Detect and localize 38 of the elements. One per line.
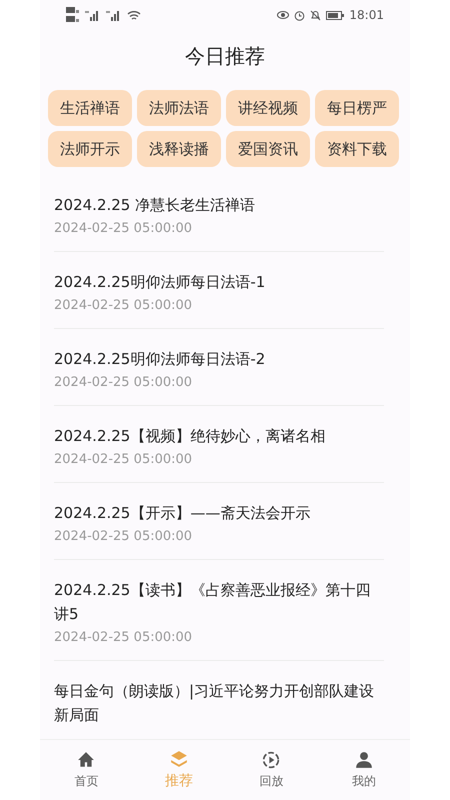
eye-icon bbox=[277, 10, 290, 20]
article-title[interactable]: 2024.2.25【开示】——斋天法会开示 bbox=[54, 501, 384, 525]
article-date: 2024-02-25 05:00:00 bbox=[54, 528, 194, 546]
layers-icon bbox=[170, 750, 188, 768]
category-button[interactable]: 爱国资讯 bbox=[226, 131, 310, 167]
signal-icon bbox=[106, 9, 122, 21]
article-date: 2024-02-25 05:00:00 bbox=[54, 629, 194, 647]
sim-icon bbox=[66, 6, 80, 24]
category-button[interactable]: 每日楞严 bbox=[315, 90, 399, 126]
user-icon bbox=[354, 750, 373, 768]
article-title[interactable]: 2024.2.25【视频】绝待妙心，离诸名相 bbox=[54, 424, 384, 448]
article-title[interactable]: 2024.2.25【读书】《占察善恶业报经》第十四讲5 bbox=[54, 578, 384, 626]
article-date: 2024-02-25 05:00:00 bbox=[54, 374, 194, 392]
tab-item[interactable]: 首页 bbox=[40, 740, 132, 800]
category-button[interactable]: 资料下载 bbox=[315, 131, 399, 167]
category-button[interactable]: 浅释读播 bbox=[137, 131, 221, 167]
category-button[interactable]: 法师开示 bbox=[48, 131, 132, 167]
signal-icon bbox=[85, 9, 101, 21]
category-button[interactable]: 生活禅语 bbox=[48, 90, 132, 126]
tab-item[interactable]: 回放 bbox=[225, 740, 318, 800]
category-button[interactable]: 法师法语 bbox=[137, 90, 221, 126]
article-title[interactable]: 2024.2.25明仰法师每日法语-2 bbox=[54, 347, 384, 371]
category-button[interactable]: 讲经视频 bbox=[226, 90, 310, 126]
article-date: 2024-02-25 05:00:00 bbox=[54, 220, 194, 238]
tab-item[interactable]: 我的 bbox=[318, 740, 410, 800]
wifi-icon bbox=[127, 10, 141, 20]
article-date: 2024-02-25 05:00:00 bbox=[54, 451, 194, 469]
article-title[interactable]: 2024.2.25 净慧长老生活禅语 bbox=[54, 193, 384, 217]
page-title: 今日推荐 bbox=[185, 42, 265, 70]
mute-icon bbox=[310, 10, 322, 20]
article-title[interactable]: 每日金句（朗读版）|习近平论努力开创部队建设新局面 bbox=[54, 679, 384, 727]
battery-icon bbox=[326, 10, 344, 20]
article-date: 2024-02-25 05:00:00 bbox=[54, 297, 194, 315]
clock-time: 18:01 bbox=[349, 8, 384, 22]
article-title[interactable]: 2024.2.25明仰法师每日法语-1 bbox=[54, 270, 384, 294]
alarm-icon bbox=[294, 10, 306, 20]
home-icon bbox=[77, 750, 96, 768]
play-circle-icon bbox=[262, 750, 280, 768]
